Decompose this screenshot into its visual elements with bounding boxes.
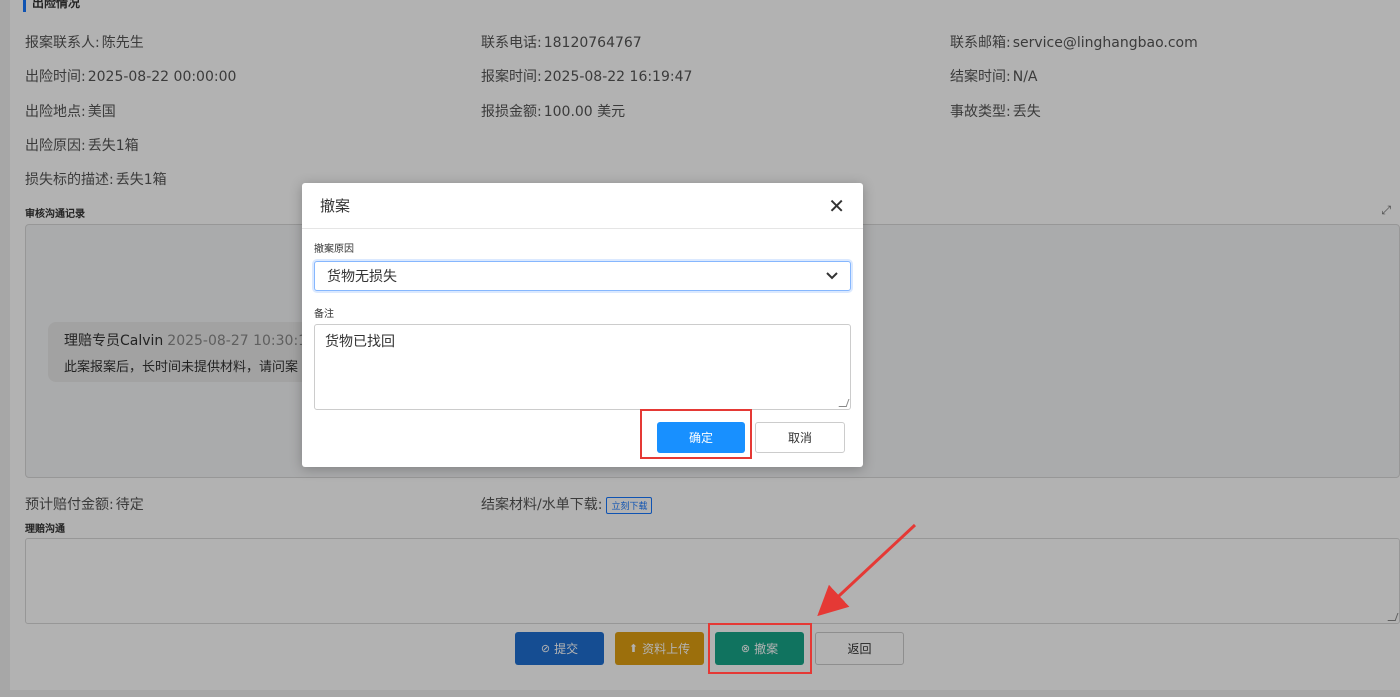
dialog-header: 撤案 ✕ (302, 183, 863, 229)
confirm-highlight-box (640, 409, 752, 459)
remark-textarea[interactable]: 货物已找回 (314, 324, 851, 410)
chevron-down-icon (826, 272, 838, 280)
close-icon[interactable]: ✕ (828, 196, 845, 216)
remark-resize-icon[interactable] (838, 399, 850, 407)
withdraw-dialog: 撤案 ✕ 撤案原因 货物无损失 备注 货物已找回 确定 取消 (302, 183, 863, 467)
cancel-label: 取消 (787, 431, 812, 445)
reason-select[interactable]: 货物无损失 (314, 261, 851, 291)
remark-value: 货物已找回 (325, 334, 395, 350)
dialog-title: 撤案 (320, 197, 351, 215)
cancel-button[interactable]: 取消 (755, 422, 845, 453)
reason-selected-value: 货物无损失 (327, 269, 397, 285)
remark-label: 备注 (314, 309, 334, 320)
withdraw-highlight-box (708, 623, 812, 674)
reason-label: 撤案原因 (314, 244, 354, 255)
